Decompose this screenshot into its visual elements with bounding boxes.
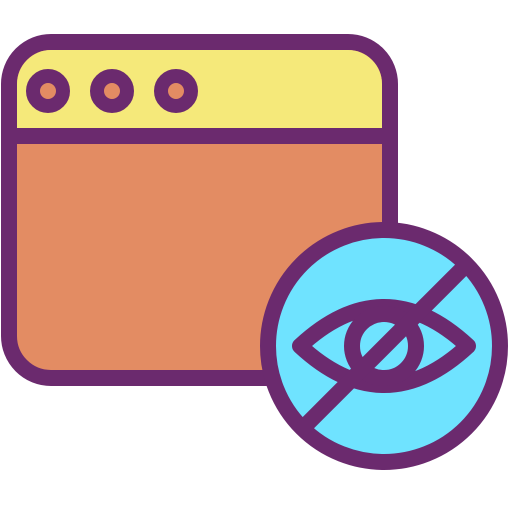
- icon-canvas: [0, 0, 512, 512]
- hidden-eye-badge: [260, 222, 508, 470]
- window-dot: [154, 69, 198, 113]
- window-dot: [26, 69, 70, 113]
- browser-window-hidden-icon: [1, 34, 508, 470]
- window-dot: [90, 69, 134, 113]
- window-titlebar: [17, 50, 382, 136]
